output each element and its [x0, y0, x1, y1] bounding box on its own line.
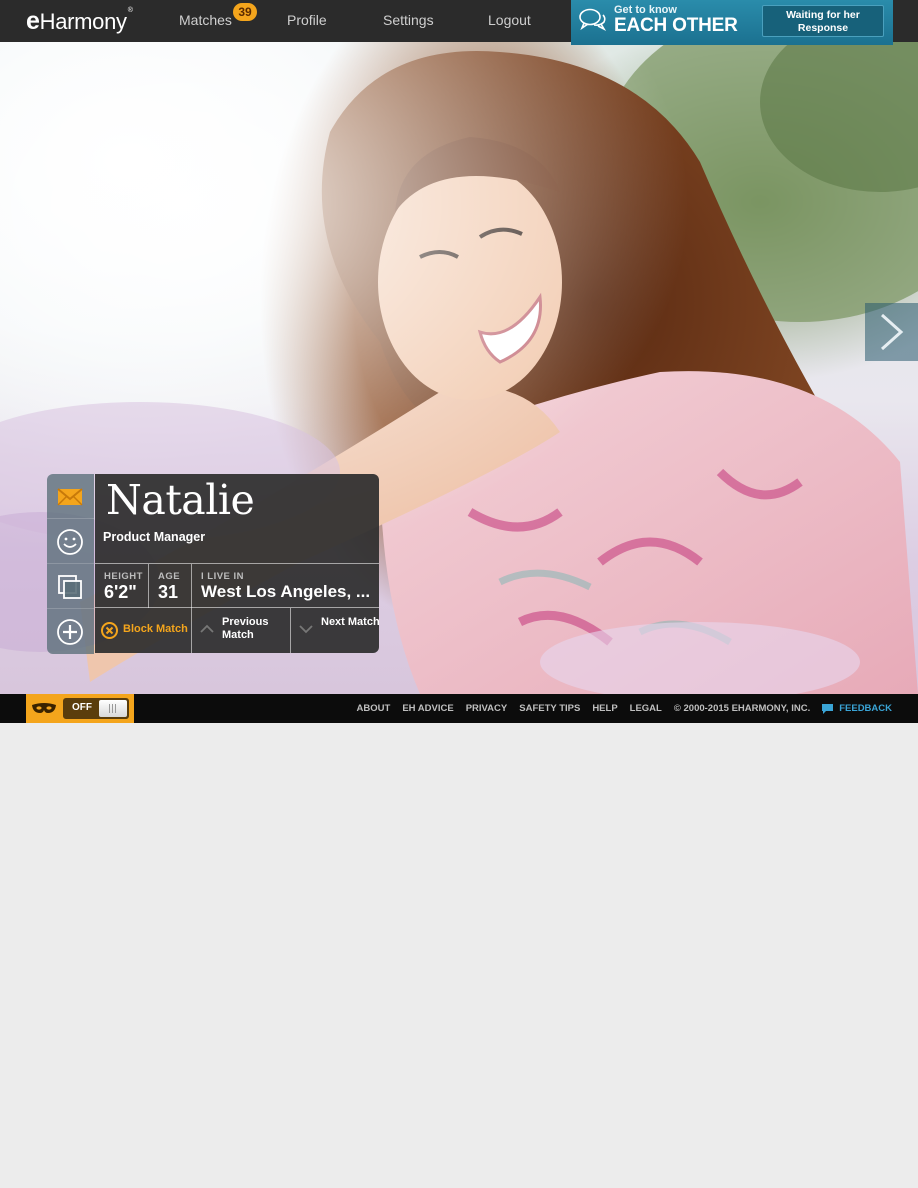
promo-title: EACH OTHER	[614, 15, 738, 36]
chevron-down-icon	[299, 625, 313, 634]
footer-link-about[interactable]: ABOUT	[357, 703, 391, 714]
copy-icon	[58, 575, 82, 599]
nav-settings-link[interactable]: Settings	[383, 12, 434, 28]
mask-icon	[32, 703, 56, 713]
toggle-state-label: OFF	[72, 702, 92, 713]
chat-bubbles-icon	[579, 8, 607, 31]
smiley-icon	[57, 529, 83, 555]
footer-copyright: © 2000-2015 EHARMONY, INC.	[673, 703, 811, 714]
stat-location: I LIVE IN West Los Angeles, ...	[192, 564, 379, 608]
stat-age-value: 31	[158, 582, 179, 602]
promo-button-line1: Waiting for her	[786, 9, 860, 21]
footer-link-legal[interactable]: LEGAL	[630, 703, 662, 714]
block-match-label: Block Match	[123, 623, 188, 635]
speech-bubble-icon	[822, 703, 834, 714]
waiting-for-response-button[interactable]: Waiting for her Response	[762, 5, 884, 37]
profile-info-card: Natalie Product Manager HEIGHT 6'2" AGE …	[95, 474, 380, 653]
profile-name: Natalie	[106, 476, 255, 524]
next-photo-arrow-button[interactable]	[865, 303, 918, 361]
view-photos-button[interactable]	[47, 564, 94, 609]
profile-side-actions	[47, 474, 94, 654]
stat-height-label: HEIGHT	[104, 571, 143, 582]
stat-age-label: AGE	[158, 571, 181, 582]
next-match-label: Next Match	[321, 616, 380, 628]
previous-match-button[interactable]: Previous Match	[192, 608, 291, 653]
envelope-icon	[57, 488, 83, 506]
logo-e: e	[26, 7, 40, 35]
footer-links: ABOUT EH ADVICE PRIVACY SAFETY TIPS HELP…	[345, 703, 892, 714]
incognito-toggle-area: OFF	[26, 694, 134, 723]
footer-bar: OFF ABOUT EH ADVICE PRIVACY SAFETY TIPS …	[0, 694, 918, 723]
send-smile-button[interactable]	[47, 519, 94, 564]
incognito-toggle-switch[interactable]: OFF	[63, 698, 129, 719]
nav-profile-link[interactable]: Profile	[287, 12, 327, 28]
profile-card-actions: Block Match Previous Match Next Match	[95, 608, 380, 653]
nav-logout-link[interactable]: Logout	[488, 12, 531, 28]
plus-circle-icon	[57, 619, 83, 645]
eharmony-logo[interactable]: eHarmony®	[26, 7, 133, 35]
chevron-up-icon	[200, 624, 214, 633]
logo-registered-mark: ®	[127, 7, 133, 14]
stat-location-value: West Los Angeles, ...	[201, 582, 371, 601]
stat-location-label: I LIVE IN	[201, 571, 245, 582]
promo-button-line2: Response	[797, 21, 849, 34]
send-message-button[interactable]	[47, 474, 94, 519]
next-match-button[interactable]: Next Match	[291, 608, 380, 653]
chevron-right-icon	[880, 313, 904, 351]
get-to-know-promo-banner[interactable]: Get to know EACH OTHER Waiting for her R…	[571, 0, 893, 45]
add-favorite-button[interactable]	[47, 609, 94, 654]
profile-occupation: Product Manager	[103, 530, 206, 544]
block-match-button[interactable]: Block Match	[95, 608, 192, 653]
block-x-circle-icon	[101, 622, 118, 639]
toggle-knob	[99, 700, 127, 717]
feedback-link[interactable]: FEEDBACK	[822, 703, 892, 714]
profile-stats: HEIGHT 6'2" AGE 31 I LIVE IN West Los An…	[95, 563, 379, 608]
stat-height-value: 6'2"	[104, 582, 137, 602]
previous-match-label: Previous Match	[222, 616, 269, 641]
footer-link-eh-advice[interactable]: EH ADVICE	[402, 703, 453, 714]
footer-link-help[interactable]: HELP	[592, 703, 617, 714]
empty-page-area	[0, 723, 918, 1188]
stat-height: HEIGHT 6'2"	[95, 564, 149, 608]
feedback-label: FEEDBACK	[839, 703, 892, 714]
matches-count-badge: 39	[233, 3, 257, 21]
logo-text: Harmony	[39, 9, 127, 34]
nav-matches-link[interactable]: Matches	[179, 12, 232, 28]
stat-age: AGE 31	[149, 564, 192, 608]
footer-link-privacy[interactable]: PRIVACY	[466, 703, 508, 714]
footer-link-safety-tips[interactable]: SAFETY TIPS	[519, 703, 580, 714]
